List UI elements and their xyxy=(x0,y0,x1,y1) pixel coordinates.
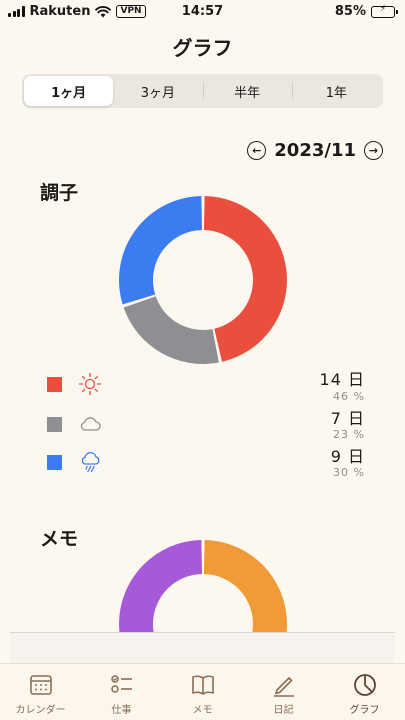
cloudy-swatch xyxy=(47,416,62,432)
tabbar-backdrop xyxy=(10,633,395,663)
sunny-percent: 46 % xyxy=(333,390,365,403)
sunny-swatch xyxy=(47,376,62,392)
condition-donut-chart xyxy=(119,196,287,364)
pencil-icon xyxy=(273,677,294,697)
cloudy-count: 7 日 xyxy=(330,409,365,428)
rainy-percent: 30 % xyxy=(333,466,365,479)
month-navigator: ← 2023/11 → xyxy=(247,140,383,161)
battery-icon: ⚡ xyxy=(371,4,398,18)
tab-calendar[interactable]: カレンダー xyxy=(0,664,81,720)
period-segmented-control: 1ヶ月 3ヶ月 半年 1年 xyxy=(22,74,383,108)
cloud-icon xyxy=(80,417,101,431)
calendar-icon xyxy=(29,675,52,695)
checklist-icon xyxy=(110,675,132,693)
legend-row-sunny xyxy=(47,372,102,396)
page-title: グラフ xyxy=(172,36,233,60)
sun-icon xyxy=(78,372,102,396)
status-bar: Rakuten VPN 14:57 85% ⚡ xyxy=(0,0,405,24)
tab-memo-label: メモ xyxy=(192,705,213,716)
segment-1-year[interactable]: 1年 xyxy=(291,76,381,106)
battery-percent: 85% xyxy=(334,4,366,19)
condition-slice-rainy xyxy=(119,196,203,305)
legend-row-cloudy xyxy=(47,412,102,436)
condition-slice-sunny xyxy=(203,196,287,362)
cloud-rain-icon xyxy=(81,451,100,473)
tab-graph-label: グラフ xyxy=(349,705,380,716)
sunny-count: 14 日 xyxy=(319,370,365,389)
segment-1-month[interactable]: 1ヶ月 xyxy=(24,76,114,106)
rainy-swatch xyxy=(47,454,62,470)
condition-title: 調子 xyxy=(40,182,79,204)
tab-calendar-label: カレンダー xyxy=(15,705,66,716)
tab-work[interactable]: 仕事 xyxy=(81,664,162,720)
chart-icon xyxy=(353,674,376,696)
tab-work-label: 仕事 xyxy=(111,705,132,716)
memo-title: メモ xyxy=(40,528,79,550)
tab-memo[interactable]: メモ xyxy=(162,664,243,720)
segment-3-months[interactable]: 3ヶ月 xyxy=(113,76,202,106)
prev-month-icon[interactable]: ← xyxy=(247,141,267,160)
cloudy-percent: 23 % xyxy=(333,428,365,441)
month-label: 2023/11 xyxy=(274,140,356,161)
book-icon xyxy=(191,675,214,695)
tab-bar: カレンダー 仕事 メモ 日記 グラフ xyxy=(0,663,405,720)
segment-half-year[interactable]: 半年 xyxy=(202,76,292,106)
rainy-count: 9 日 xyxy=(330,447,365,466)
tab-diary[interactable]: 日記 xyxy=(243,664,324,720)
tab-graph[interactable]: グラフ xyxy=(324,664,405,720)
next-month-icon[interactable]: → xyxy=(364,141,383,160)
condition-slice-cloudy xyxy=(123,296,219,364)
legend-row-rainy xyxy=(47,450,102,474)
tab-diary-label: 日記 xyxy=(273,705,294,716)
